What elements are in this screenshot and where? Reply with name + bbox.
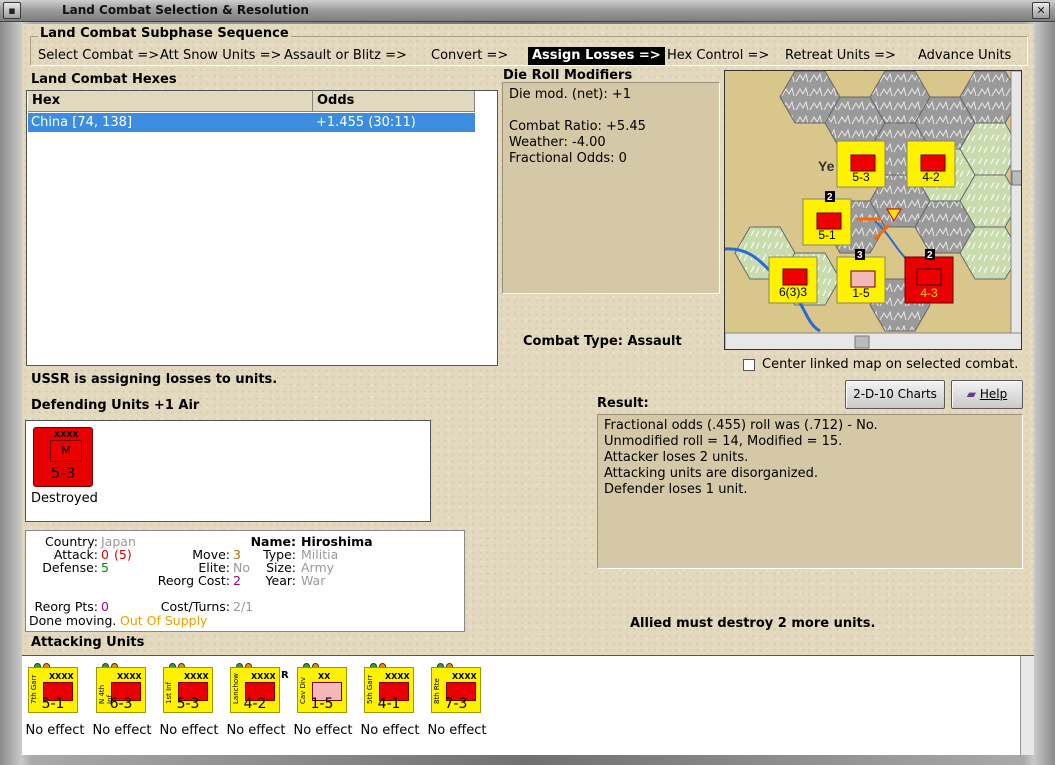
phase-step-assign-losses: Assign Losses => xyxy=(528,47,665,65)
center-map-checkbox[interactable] xyxy=(743,359,755,371)
unit-effect: No effect xyxy=(226,723,286,738)
attacking-unit-counter[interactable]: XXXX 1st Inf 5-3 xyxy=(163,667,213,713)
result-line: Attacking units are disorganized. xyxy=(604,466,818,481)
attacking-units-title: Attacking Units xyxy=(31,635,145,650)
defending-unit-effect: Destroyed xyxy=(31,491,98,506)
title-bar[interactable]: ▪ Land Combat Selection & Resolution ✕ xyxy=(0,0,1055,22)
die-roll-modifiers-panel: Die mod. (net): +1 Combat Ratio: +5.45 Wea… xyxy=(502,82,720,294)
map-vertical-scrollbar xyxy=(1010,71,1021,334)
phase-sequence-title: Land Combat Subphase Sequence xyxy=(38,26,291,41)
dialog-window: ▪ Land Combat Selection & Resolution ✕ L… xyxy=(0,0,1055,765)
phase-step-retreat-units: Retreat Units => xyxy=(785,48,896,63)
map-counter[interactable]: 5-1 xyxy=(802,198,852,246)
odds-cell: +1.455 (30:11) xyxy=(316,115,416,130)
attacking-units-list: XXXX 7th Garr 5-1 No effect XXXX N 4th Inf 6… xyxy=(22,655,1034,755)
attacking-unit-counter[interactable]: XX Cav Div 1-5 xyxy=(297,667,347,713)
unit-strength: 5-3 xyxy=(50,464,76,482)
svg-text:1-5: 1-5 xyxy=(852,286,870,300)
center-map-label: Center linked map on selected combat. xyxy=(762,357,1019,372)
svg-text:3: 3 xyxy=(857,250,863,261)
unit-effect: No effect xyxy=(25,723,85,738)
defending-unit-counter[interactable]: XXXX M 5-3 xyxy=(33,427,93,487)
year-value: War xyxy=(301,573,326,588)
result-line: Attacker loses 2 units. xyxy=(604,450,749,465)
result-line: Unmodified roll = 14, Modified = 15. xyxy=(604,434,843,449)
defense-value: 5 xyxy=(101,560,109,575)
map-place-label: Ye xyxy=(818,158,835,174)
defending-units-title: Defending Units +1 Air xyxy=(31,398,200,413)
svg-text:4-3: 4-3 xyxy=(920,286,938,300)
cost-turns-value: 2/1 xyxy=(233,599,254,614)
attacking-unit-counter[interactable]: XXXX 7th Garr 5-1 xyxy=(28,667,78,713)
attacking-unit-counter[interactable]: XXXX N 4th Inf 6-3 xyxy=(96,667,146,713)
result-panel: Fractional odds (.455) roll was (.712) -… xyxy=(597,414,1023,569)
window-title: Land Combat Selection & Resolution xyxy=(62,3,309,17)
combat-hexes-table: Hex Odds China [74, 138] +1.455 (30:11) xyxy=(26,90,498,366)
unit-effect: No effect xyxy=(427,723,487,738)
book-icon: ▰ xyxy=(966,387,977,401)
column-header-hex[interactable]: Hex xyxy=(28,91,313,112)
phase-step-att-snow-units: Att Snow Units => xyxy=(160,48,282,63)
weather-mod: Weather: -4.00 xyxy=(509,135,606,150)
client-area: Land Combat Subphase Sequence Select Com… xyxy=(22,24,1034,755)
attacking-list-scrollbar[interactable] xyxy=(1020,656,1034,755)
help-label: Help xyxy=(979,387,1008,401)
attack-base-value: (5) xyxy=(114,547,132,562)
svg-text:6(3)3: 6(3)3 xyxy=(779,285,807,299)
help-button[interactable]: ▰ Help xyxy=(951,380,1023,409)
phase-step-hex-control: Hex Control => xyxy=(667,48,770,63)
unit-effect: No effect xyxy=(159,723,219,738)
unit-effect: No effect xyxy=(360,723,420,738)
svg-text:5-1: 5-1 xyxy=(818,228,836,242)
phase-step-convert: Convert => xyxy=(431,48,509,63)
supply-status: Out Of Supply xyxy=(120,613,208,628)
svg-text:4-2: 4-2 xyxy=(922,170,940,184)
phase-step-select-combat: Select Combat => xyxy=(38,48,160,63)
hex-cell: China [74, 138] xyxy=(31,115,133,130)
map-counter[interactable]: 4-2 xyxy=(906,140,956,188)
combat-ratio: Combat Ratio: +5.45 xyxy=(509,119,646,134)
map-counter[interactable]: 5-3 xyxy=(836,140,886,188)
militia-symbol: M xyxy=(50,440,82,462)
combat-hexes-title: Land Combat Hexes xyxy=(31,72,177,87)
status-message: USSR is assigning losses to units. xyxy=(31,372,278,387)
unit-effect: No effect xyxy=(92,723,152,738)
die-roll-modifiers-title: Die Roll Modifiers xyxy=(503,68,633,83)
reorg-pts-value: 0 xyxy=(101,599,109,614)
result-line: Defender loses 1 unit. xyxy=(604,482,748,497)
column-header-odds[interactable]: Odds xyxy=(313,91,475,112)
map-counter[interactable]: 1-5 xyxy=(836,256,886,304)
fractional-odds: Fractional Odds: 0 xyxy=(509,151,627,166)
svg-text:5-3: 5-3 xyxy=(852,170,870,184)
attacking-unit-counter[interactable]: XXXX 5th Garr 4-1 xyxy=(364,667,414,713)
svg-text:2: 2 xyxy=(927,250,933,261)
map-counter[interactable]: 6(3)3 xyxy=(768,256,818,304)
phase-step-advance-units: Advance Units xyxy=(918,48,1012,63)
close-icon[interactable]: ✕ xyxy=(1032,2,1050,19)
defending-units-list: XXXX M 5-3 Destroyed xyxy=(25,420,431,522)
phase-step-assault-or-blitz: Assault or Blitz => xyxy=(284,48,407,63)
linked-map[interactable]: Ye 5-3 4-2 5-1 6(3)3 1-5 4-3 2 3 2 xyxy=(724,70,1022,350)
system-menu-icon[interactable]: ▪ xyxy=(3,2,21,19)
allied-message: Allied must destroy 2 more units. xyxy=(630,616,876,631)
unit-effect: No effect xyxy=(293,723,353,738)
combat-type-label: Combat Type: Assault xyxy=(523,334,682,349)
result-line: Fractional odds (.455) roll was (.712) -… xyxy=(604,418,878,433)
table-scrollbar[interactable] xyxy=(477,91,497,365)
map-counter[interactable]: 4-3 xyxy=(904,256,954,304)
attacking-unit-counter[interactable]: XXXX Lanchow 4-2 R xyxy=(230,667,289,713)
svg-text:2: 2 xyxy=(827,192,833,203)
map-horizontal-scrollbar xyxy=(725,332,1021,349)
table-row[interactable]: China [74, 138] +1.455 (30:11) xyxy=(28,113,475,132)
attacking-unit-counter[interactable]: XXXX 8th Rte 7-3 xyxy=(431,667,481,713)
unit-info-panel: Country: Japan Attack: 0 (5) Defense: 5 … xyxy=(25,530,465,632)
die-mod-net: Die mod. (net): +1 xyxy=(509,87,632,102)
result-title: Result: xyxy=(597,396,649,411)
charts-button[interactable]: 2-D-10 Charts xyxy=(845,380,945,409)
